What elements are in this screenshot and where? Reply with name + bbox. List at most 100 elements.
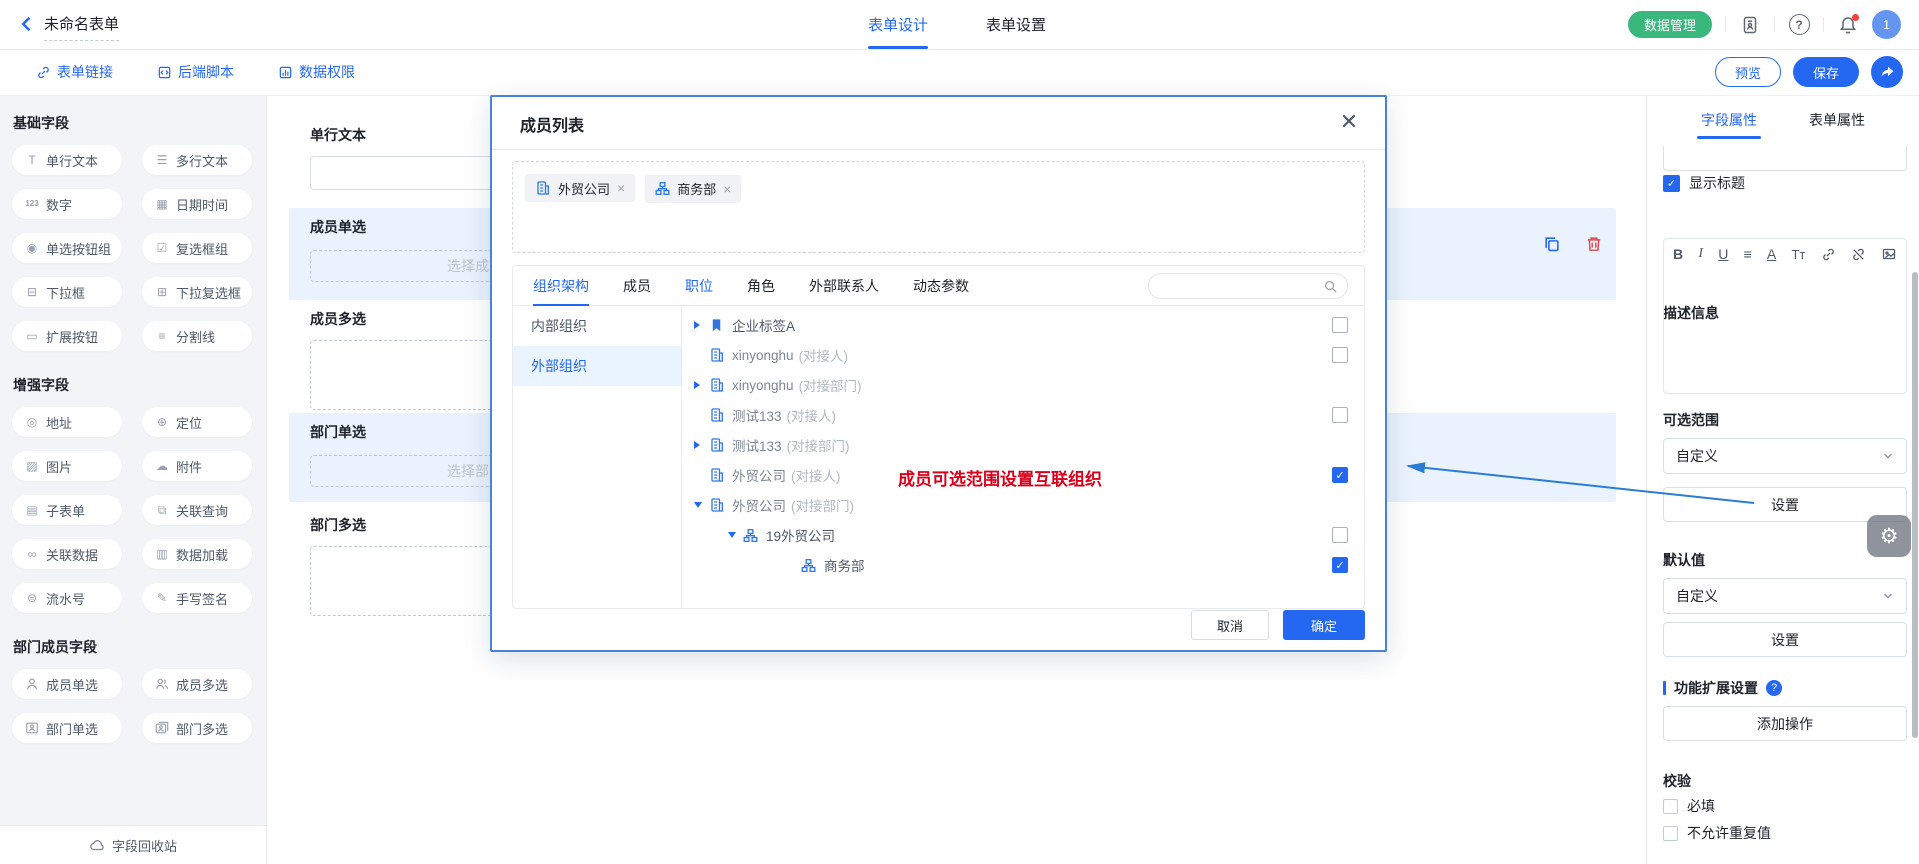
tree-checkbox[interactable] (1332, 407, 1348, 423)
palette-item[interactable]: ⊞下拉复选框 (142, 277, 252, 307)
avatar[interactable]: 1 (1872, 10, 1901, 39)
field-recycle-bin[interactable]: 字段回收站 (0, 825, 266, 864)
palette-item[interactable]: ▥数据加载 (142, 539, 252, 569)
palette-item[interactable]: ▦日期时间 (142, 189, 252, 219)
tree-checkbox[interactable] (1332, 527, 1348, 543)
editor-link-icon[interactable] (1821, 247, 1836, 262)
palette-item[interactable]: ⊜流水号 (12, 583, 122, 613)
tree-node[interactable]: 测试133(对接人) (682, 400, 1364, 430)
palette-item[interactable]: 123数字 (12, 189, 122, 219)
tree-checkbox[interactable] (1332, 347, 1348, 363)
close-icon[interactable]: ✕ (1337, 110, 1361, 134)
field-title-input[interactable] (1663, 146, 1907, 171)
palette-item[interactable]: 部门多选 (142, 713, 252, 743)
editor-image-icon[interactable] (1881, 246, 1897, 262)
remove-tag-icon[interactable]: × (723, 181, 731, 197)
palette-item[interactable]: 成员单选 (12, 669, 122, 699)
tab-field-properties[interactable]: 字段属性 (1701, 95, 1757, 145)
gear-icon[interactable]: ⚙ (1867, 515, 1911, 557)
palette-item[interactable]: ◉单选按钮组 (12, 233, 122, 263)
toolbar-link[interactable]: 表单链接 (36, 62, 113, 82)
editor-align-icon[interactable]: ≡ (1744, 246, 1752, 262)
help-badge-icon[interactable]: ? (1766, 680, 1782, 696)
confirm-button[interactable]: 确定 (1283, 610, 1365, 640)
picker-tab-3[interactable]: 角色 (747, 266, 775, 305)
search-input[interactable] (1148, 273, 1348, 299)
tree-node[interactable]: 19外贸公司 (682, 520, 1364, 550)
tree-checkbox[interactable] (1332, 557, 1348, 573)
expand-arrow-icon[interactable] (694, 321, 708, 329)
contact-card-icon[interactable] (1739, 14, 1761, 36)
tree-node[interactable]: 企业标签A (682, 310, 1364, 340)
show-title-checkbox[interactable] (1663, 175, 1680, 192)
palette-item[interactable]: ☁附件 (142, 451, 252, 481)
save-button[interactable]: 保存 (1793, 57, 1859, 87)
palette-item[interactable]: ⧉关联查询 (142, 495, 252, 525)
panel-scrollbar[interactable] (1912, 272, 1918, 738)
editor-font-size-icon[interactable]: Tᴛ (1791, 247, 1805, 262)
org-type-item[interactable]: 外部组织 (513, 346, 681, 386)
expand-arrow-icon[interactable] (728, 532, 742, 538)
cancel-button[interactable]: 取消 (1191, 610, 1269, 640)
required-checkbox[interactable] (1663, 799, 1678, 814)
org-type-item[interactable]: 内部组织 (513, 306, 681, 346)
editor-bold-icon[interactable]: B (1673, 246, 1683, 262)
palette-item[interactable]: ⊕定位 (142, 407, 252, 437)
palette-item[interactable]: ▨图片 (12, 451, 122, 481)
form-title[interactable]: 未命名表单 (44, 13, 119, 41)
picker-tab-4[interactable]: 外部联系人 (809, 266, 879, 305)
trash-icon[interactable] (1584, 234, 1604, 254)
palette-item[interactable]: 成员多选 (142, 669, 252, 699)
palette-item[interactable]: ✎手写签名 (142, 583, 252, 613)
share-button[interactable] (1871, 56, 1903, 88)
tree-node[interactable]: 测试133(对接部门) (682, 430, 1364, 460)
editor-underline-icon[interactable]: U (1718, 246, 1728, 262)
tree-node[interactable]: 商务部 (682, 550, 1364, 580)
palette-item[interactable]: ▭扩展按钮 (12, 321, 122, 351)
toolbar-link[interactable]: 后端脚本 (157, 62, 234, 82)
editor-font-color-icon[interactable]: A (1767, 246, 1776, 262)
palette-item[interactable]: ⊟下拉框 (12, 277, 122, 307)
expand-arrow-icon[interactable] (694, 441, 708, 449)
tree-node[interactable]: xinyonghu(对接部门) (682, 370, 1364, 400)
palette-item[interactable]: T单行文本 (12, 145, 122, 175)
editor-italic-icon[interactable]: I (1698, 246, 1703, 262)
header-tab-1[interactable]: 表单设置 (986, 0, 1046, 49)
copy-icon[interactable] (1542, 234, 1562, 254)
tree-checkbox[interactable] (1332, 317, 1348, 333)
tree-node[interactable]: xinyonghu(对接人) (682, 340, 1364, 370)
notification-bell-icon[interactable] (1837, 14, 1859, 36)
palette-section-title: 增强字段 (13, 375, 266, 395)
remove-tag-icon[interactable]: × (617, 180, 625, 196)
tree-node[interactable]: 外贸公司(对接部门) (682, 490, 1364, 520)
palette-item[interactable]: ☑复选框组 (142, 233, 252, 263)
back-icon[interactable] (16, 13, 38, 35)
picker-tab-5[interactable]: 动态参数 (913, 266, 969, 305)
preview-button[interactable]: 预览 (1715, 57, 1781, 87)
default-value-select[interactable]: 自定义 (1663, 578, 1907, 614)
picker-tab-1[interactable]: 成员 (623, 266, 651, 305)
header-tab-0[interactable]: 表单设计 (868, 0, 928, 49)
palette-item[interactable]: 部门单选 (12, 713, 122, 743)
palette-item[interactable]: ☰多行文本 (142, 145, 252, 175)
palette-item[interactable]: ≡分割线 (142, 321, 252, 351)
default-set-button[interactable]: 设置 (1663, 622, 1907, 657)
no-duplicate-checkbox[interactable] (1663, 826, 1678, 841)
data-manage-button[interactable]: 数据管理 (1628, 11, 1712, 38)
tree-checkbox[interactable] (1332, 467, 1348, 483)
range-select[interactable]: 自定义 (1663, 438, 1907, 474)
add-action-button[interactable]: 添加操作 (1663, 706, 1907, 741)
toolbar-link[interactable]: 数据权限 (278, 62, 355, 82)
editor-unlink-icon[interactable] (1851, 247, 1866, 262)
tab-form-properties[interactable]: 表单属性 (1809, 95, 1865, 145)
palette-item[interactable]: ∞关联数据 (12, 539, 122, 569)
editor-content[interactable] (1664, 269, 1906, 379)
palette-item[interactable]: ▤子表单 (12, 495, 122, 525)
expand-arrow-icon[interactable] (694, 381, 708, 389)
picker-tab-0[interactable]: 组织架构 (533, 266, 589, 305)
selected-members-area[interactable]: 外贸公司×商务部× (512, 161, 1365, 253)
palette-item[interactable]: ◎地址 (12, 407, 122, 437)
picker-tab-2[interactable]: 职位 (685, 266, 713, 305)
help-icon[interactable]: ? (1788, 14, 1810, 36)
expand-arrow-icon[interactable] (694, 502, 708, 508)
